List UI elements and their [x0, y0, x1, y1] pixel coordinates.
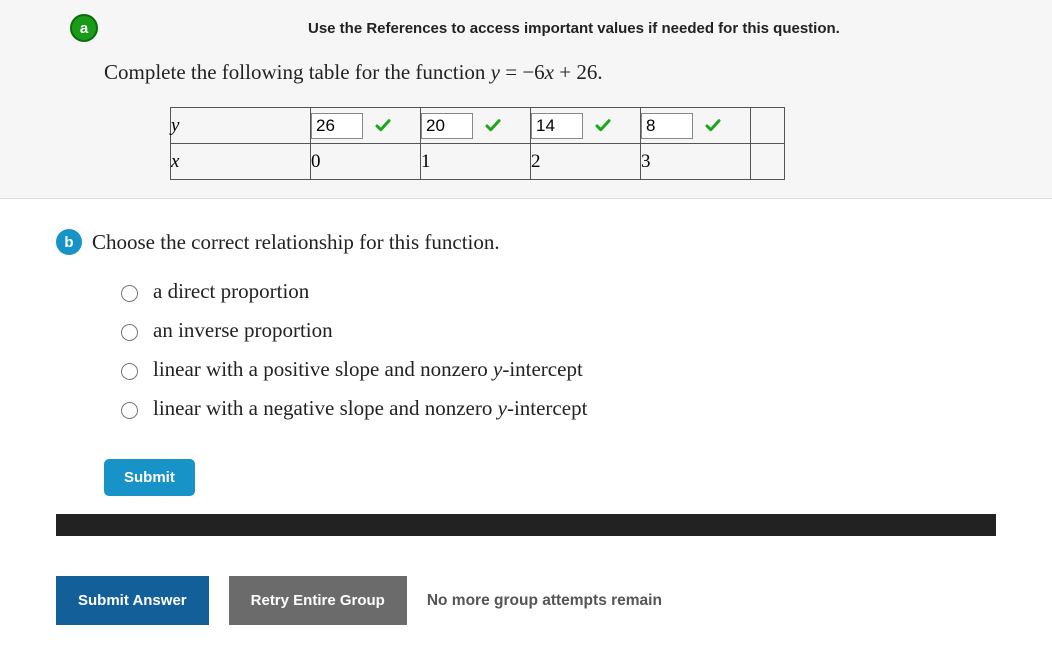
submit-answer-button[interactable]: Submit Answer	[56, 576, 209, 625]
radio-input-3[interactable]	[121, 402, 138, 419]
submit-button[interactable]: Submit	[104, 459, 195, 496]
check-icon	[484, 117, 502, 135]
check-icon	[374, 117, 392, 135]
y-label-cell: y	[171, 108, 311, 144]
part-a-prompt: Complete the following table for the fun…	[0, 60, 1052, 85]
eq-lhs: y	[491, 60, 500, 84]
data-table-wrap: y x	[170, 107, 1052, 180]
prompt-prefix: Complete the following table for the fun…	[104, 60, 491, 84]
y-input-2[interactable]	[531, 113, 583, 139]
x-label-cell: x	[171, 144, 311, 180]
eq-eq: =	[500, 60, 522, 84]
references-text: Use the References to access important v…	[308, 20, 840, 37]
radio-label-3: linear with a negative slope and nonzero…	[153, 396, 587, 421]
part-b-section: b Choose the correct relationship for th…	[0, 199, 1052, 496]
radio-option-3[interactable]: linear with a negative slope and nonzero…	[116, 396, 1052, 421]
badge-a: a	[70, 14, 98, 42]
data-table: y x	[170, 107, 785, 180]
y-cell-2	[531, 108, 641, 144]
part-a-section: a Use the References to access important…	[0, 0, 1052, 199]
x-cell-1: 1	[421, 144, 531, 180]
x-extra-cell	[751, 144, 785, 180]
radio-label-2: linear with a positive slope and nonzero…	[153, 357, 583, 382]
y-input-1[interactable]	[421, 113, 473, 139]
divider-bar	[56, 514, 996, 536]
attempts-remaining-text: No more group attempts remain	[427, 592, 662, 610]
badge-b-label: b	[64, 234, 73, 251]
check-icon	[594, 117, 612, 135]
y-input-0[interactable]	[311, 113, 363, 139]
retry-entire-group-button[interactable]: Retry Entire Group	[229, 576, 407, 625]
radio-input-1[interactable]	[121, 324, 138, 341]
footer-row: Submit Answer Retry Entire Group No more…	[0, 536, 1052, 625]
part-b-header: b Choose the correct relationship for th…	[56, 229, 1052, 255]
x-cell-2: 2	[531, 144, 641, 180]
badge-b: b	[56, 229, 82, 255]
radio-label-0: a direct proportion	[153, 279, 309, 304]
part-b-prompt: Choose the correct relationship for this…	[92, 230, 500, 255]
radio-input-2[interactable]	[121, 363, 138, 380]
eq-period: .	[597, 60, 602, 84]
x-row: x 0 1 2 3	[171, 144, 785, 180]
radio-label-1: an inverse proportion	[153, 318, 333, 343]
radio-input-0[interactable]	[121, 285, 138, 302]
y-input-3[interactable]	[641, 113, 693, 139]
y-cell-0	[311, 108, 421, 144]
check-icon	[704, 117, 722, 135]
eq-rhs: −6x + 26	[522, 60, 597, 84]
part-a-header: a Use the References to access important…	[0, 14, 1052, 42]
x-cell-0: 0	[311, 144, 421, 180]
radio-group: a direct proportion an inverse proportio…	[116, 279, 1052, 421]
radio-option-1[interactable]: an inverse proportion	[116, 318, 1052, 343]
y-cell-3	[641, 108, 751, 144]
badge-a-label: a	[80, 20, 88, 37]
y-extra-cell	[751, 108, 785, 144]
y-cell-1	[421, 108, 531, 144]
radio-option-2[interactable]: linear with a positive slope and nonzero…	[116, 357, 1052, 382]
radio-option-0[interactable]: a direct proportion	[116, 279, 1052, 304]
x-cell-3: 3	[641, 144, 751, 180]
y-row: y	[171, 108, 785, 144]
